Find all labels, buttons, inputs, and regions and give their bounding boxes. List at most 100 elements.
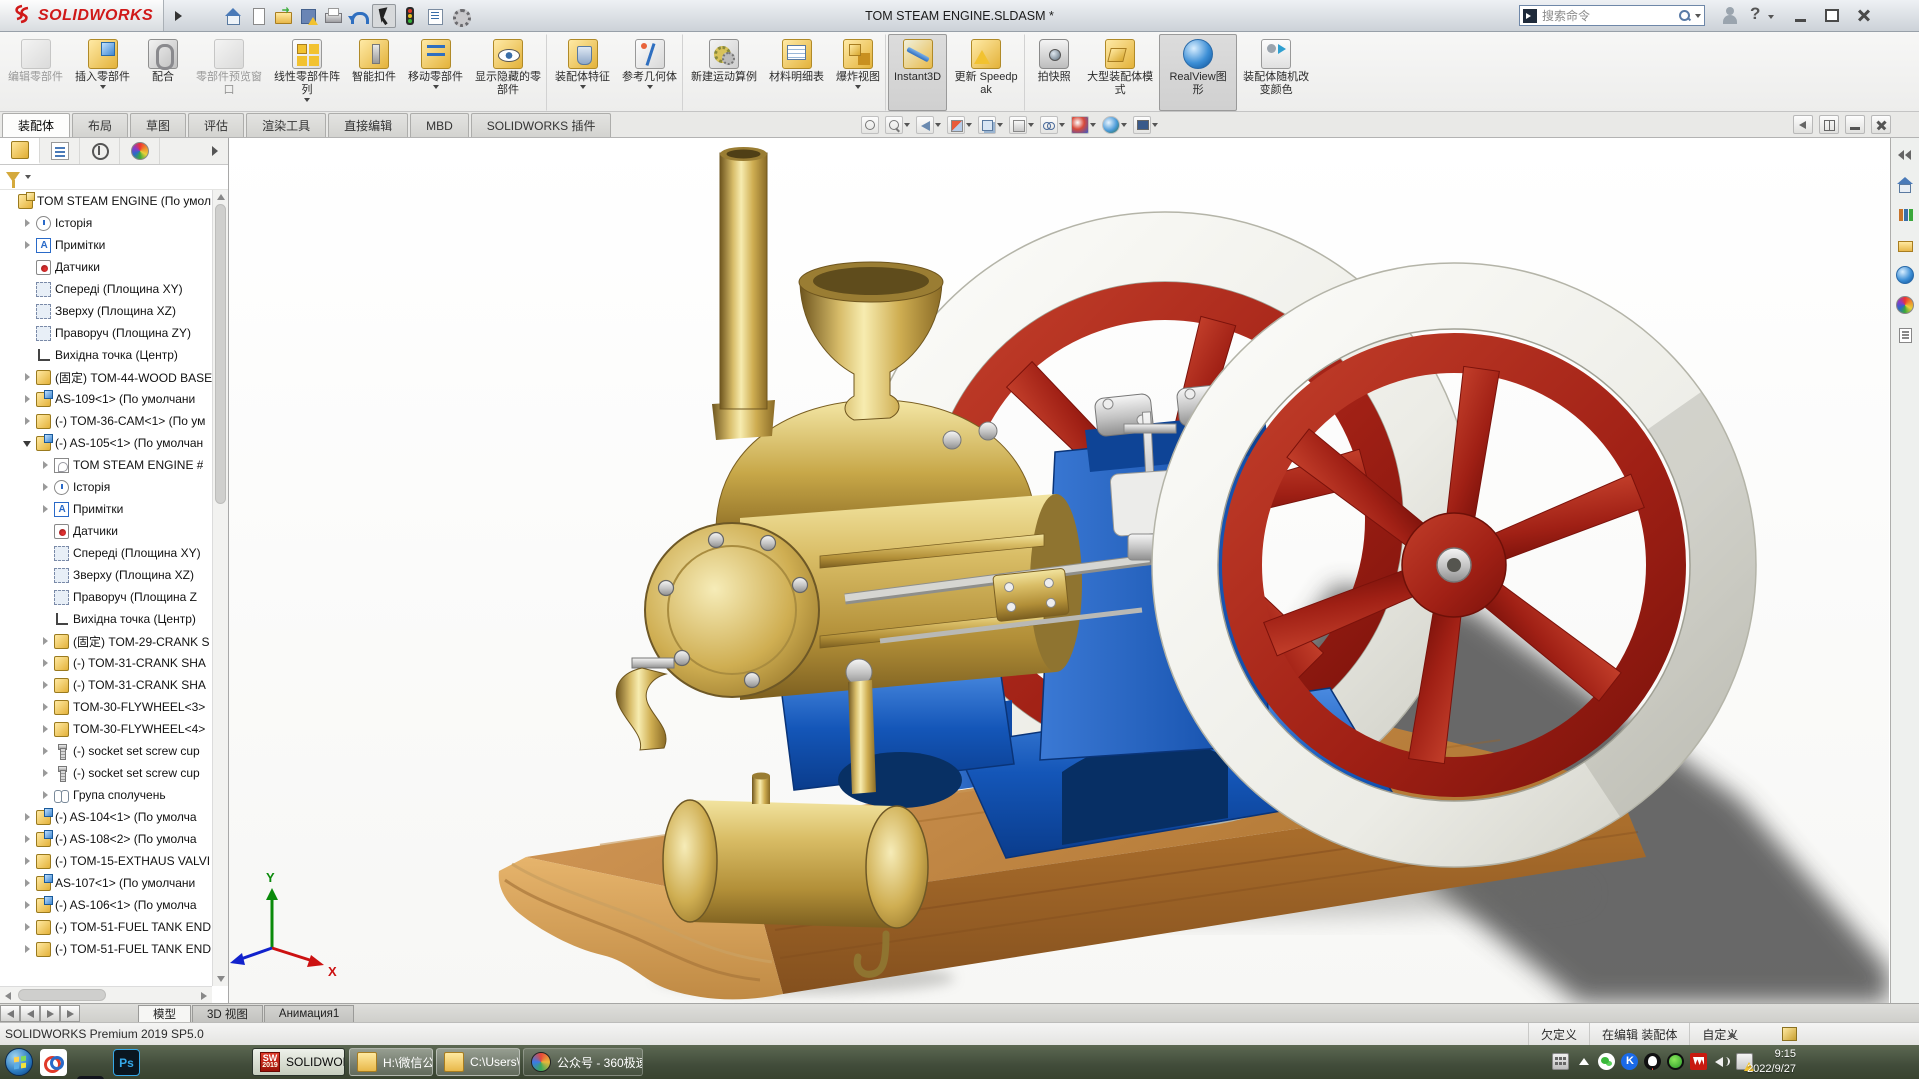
search-box[interactable]: 搜索命令	[1519, 5, 1705, 26]
search-caret-icon[interactable]	[1695, 13, 1701, 18]
command-tab[interactable]: 布局	[72, 113, 129, 137]
tray-icon[interactable]	[1598, 1053, 1615, 1070]
tree-item[interactable]: TOM-30-FLYWHEEL<3>	[0, 696, 212, 718]
panel-tab[interactable]	[80, 138, 120, 164]
tray-icon[interactable]	[1621, 1053, 1638, 1070]
tree-item[interactable]: (固定) TOM-44-WOOD BASE	[0, 366, 212, 388]
tree-expander-icon[interactable]	[40, 613, 52, 625]
help-caret-icon[interactable]	[1768, 15, 1774, 19]
pane-control-button[interactable]	[1819, 115, 1839, 134]
quick-tool-button[interactable]	[247, 5, 269, 27]
command-tab[interactable]: MBD	[410, 113, 469, 137]
ribbon-button[interactable]: 插入零部件	[69, 34, 136, 111]
tree-expander-icon[interactable]	[40, 723, 52, 735]
tree-vertical-scrollbar[interactable]	[212, 190, 228, 986]
tree-item[interactable]: Зверху (Площина XZ)	[0, 564, 212, 586]
filter-funnel-icon[interactable]	[6, 172, 20, 188]
tree-expander-icon[interactable]	[22, 283, 34, 295]
tree-expander-icon[interactable]	[22, 239, 34, 251]
scroll-up-icon[interactable]	[217, 194, 225, 200]
tray-icon[interactable]	[1552, 1053, 1569, 1070]
task-pane-icon[interactable]	[1896, 176, 1914, 194]
ribbon-button[interactable]: 爆炸视图	[830, 34, 886, 111]
ribbon-button[interactable]: 材料明细表	[763, 34, 830, 111]
view-tool-button[interactable]	[915, 116, 942, 134]
tree-item[interactable]: Примітки	[0, 234, 212, 256]
tree-expander-icon[interactable]	[40, 789, 52, 801]
view-tool-button[interactable]	[884, 116, 911, 134]
tree-item[interactable]: Вихідна точка (Центр)	[0, 608, 212, 630]
quick-tool-button[interactable]	[222, 5, 244, 27]
view-tool-caret-icon[interactable]	[1059, 123, 1065, 127]
view-tool-caret-icon[interactable]	[904, 123, 910, 127]
ribbon-button[interactable]: RealView图形	[1159, 34, 1238, 111]
tree-expander-icon[interactable]	[40, 745, 52, 757]
tree-item[interactable]: (-) TOM-31-CRANK SHA	[0, 652, 212, 674]
tree-item[interactable]: (-) AS-105<1> (По умолчан	[0, 432, 212, 454]
pane-control-button[interactable]	[1793, 115, 1813, 134]
tree-item[interactable]: (-) AS-106<1> (По умолча	[0, 894, 212, 916]
taskbar-window-button[interactable]: SW2019 SOLIDWORKS P...	[252, 1048, 345, 1076]
tree-expander-icon[interactable]	[22, 261, 34, 273]
dropdown-caret-icon[interactable]	[855, 85, 861, 89]
tree-item[interactable]: (-) AS-104<1> (По умолча	[0, 806, 212, 828]
filter-caret-icon[interactable]	[25, 175, 31, 179]
task-pane-icon[interactable]	[1896, 326, 1914, 344]
ribbon-button[interactable]: 装配体随机改变颜色	[1237, 34, 1315, 111]
quick-tool-button[interactable]	[297, 5, 319, 27]
quick-tool-button[interactable]	[347, 5, 370, 27]
tree-item[interactable]: Праворуч (Площина Z	[0, 586, 212, 608]
view-tool-caret-icon[interactable]	[935, 123, 941, 127]
dropdown-caret-icon[interactable]	[646, 85, 653, 89]
tree-item[interactable]: Праворуч (Площина ZY)	[0, 322, 212, 344]
tree-expander-icon[interactable]	[4, 195, 16, 207]
tree-expander-icon[interactable]	[22, 833, 34, 845]
command-tab[interactable]: 装配体	[2, 113, 71, 137]
scroll-down-icon[interactable]	[217, 976, 225, 982]
task-pane-icon[interactable]	[1896, 296, 1914, 314]
tree-item[interactable]: (固定) TOM-29-CRANK S	[0, 630, 212, 652]
ribbon-button[interactable]: 更新 Speedpak	[947, 34, 1026, 111]
tree-item[interactable]: Спереді (Площина XY)	[0, 542, 212, 564]
status-pane-icon[interactable]	[1782, 1027, 1797, 1041]
search-icon[interactable]	[1678, 9, 1691, 22]
command-tab[interactable]: 渲染工具	[246, 113, 327, 137]
tree-expander-icon[interactable]	[22, 921, 34, 933]
horizontal-scroll-thumb[interactable]	[18, 989, 106, 1001]
tree-expander-icon[interactable]	[22, 877, 34, 889]
tree-expander-icon[interactable]	[40, 591, 52, 603]
tree-expander-icon[interactable]	[40, 481, 52, 493]
tree-item[interactable]: Датчики	[0, 520, 212, 542]
tree-expander-icon[interactable]	[22, 393, 34, 405]
view-tool-caret-icon[interactable]	[1090, 123, 1096, 127]
tree-expander-icon[interactable]	[22, 415, 34, 427]
minimize-button[interactable]	[1786, 4, 1814, 27]
task-pane-icon[interactable]	[1896, 206, 1914, 224]
tree-item[interactable]: Історія	[0, 476, 212, 498]
tray-icon[interactable]	[1713, 1053, 1730, 1070]
tree-item[interactable]: (-) socket set screw cup	[0, 762, 212, 784]
next-view-button[interactable]	[40, 1005, 60, 1022]
ribbon-button[interactable]: 移动零部件	[402, 34, 469, 111]
taskbar-window-button[interactable]: C:\Users\Admini...	[436, 1048, 520, 1076]
tree-expander-icon[interactable]	[22, 327, 34, 339]
task-pane-icon[interactable]	[1896, 266, 1914, 284]
tree-item[interactable]: (-) TOM-36-CAM<1> (По ум	[0, 410, 212, 432]
view-tool-caret-icon[interactable]	[966, 123, 972, 127]
help-button[interactable]: ?	[1750, 4, 1760, 24]
ribbon-button[interactable]: 显示隐藏的零部件	[469, 34, 547, 111]
tree-expander-icon[interactable]	[40, 459, 52, 471]
ribbon-button[interactable]: 新建运动算例	[685, 34, 763, 111]
tree-expander-icon[interactable]	[22, 943, 34, 955]
tree-item[interactable]: AS-107<1> (По умолчани	[0, 872, 212, 894]
task-pane-icon[interactable]	[1896, 146, 1914, 164]
view-tool-caret-icon[interactable]	[1152, 123, 1158, 127]
tree-item[interactable]: Зверху (Площина XZ)	[0, 300, 212, 322]
tree-item[interactable]: AS-109<1> (По умолчани	[0, 388, 212, 410]
tree-expander-icon[interactable]	[22, 855, 34, 867]
command-tab[interactable]: SOLIDWORKS 插件	[470, 113, 612, 137]
tree-item[interactable]: Примітки	[0, 498, 212, 520]
view-tool-button[interactable]	[1008, 116, 1035, 134]
tree-expander-icon[interactable]	[22, 811, 34, 823]
tree-item[interactable]: TOM STEAM ENGINE #	[0, 454, 212, 476]
